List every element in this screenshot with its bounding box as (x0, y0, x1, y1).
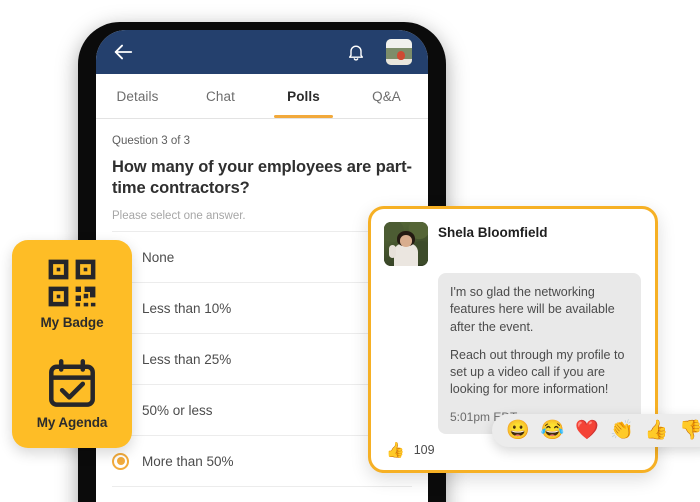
tab-polls[interactable]: Polls (262, 74, 345, 118)
grinning-face-emoji[interactable]: 😀 (506, 421, 530, 440)
qr-code-icon (48, 259, 96, 307)
user-avatar-thumbnail[interactable] (386, 39, 412, 65)
tab-qa[interactable]: Q&A (345, 74, 428, 118)
clapping-hands-emoji[interactable]: 👏 (610, 421, 634, 440)
avatar-face (399, 235, 413, 247)
poll-option-less-than-10[interactable]: Less than 10% (112, 283, 412, 335)
side-item-my-badge-label: My Badge (40, 315, 104, 330)
app-bar (96, 30, 428, 74)
side-item-my-badge[interactable]: My Badge (12, 254, 132, 332)
floating-side-panel: My Badge My Agenda (12, 240, 132, 448)
emoji-reaction-picker: 😀 😂 ❤️ 👏 👍 👎 (492, 414, 700, 447)
chat-card-header: Shela Bloomfield (384, 222, 641, 266)
tab-qa-label: Q&A (372, 88, 401, 104)
red-heart-emoji[interactable]: ❤️ (575, 421, 599, 440)
avatar-subject (396, 50, 405, 60)
chat-message-bubble: I'm so glad the networking features here… (438, 273, 641, 434)
thumbs-up-emoji[interactable]: 👍 (645, 421, 669, 440)
tab-chat[interactable]: Chat (179, 74, 262, 118)
poll-option-label: 50% or less (142, 402, 213, 418)
question-counter: Question 3 of 3 (112, 135, 190, 147)
poll-instruction: Please select one answer. (112, 210, 246, 223)
chat-author-avatar[interactable] (384, 222, 428, 266)
tears-of-joy-emoji[interactable]: 😂 (541, 421, 565, 440)
thumbs-down-emoji[interactable]: 👎 (679, 421, 700, 440)
chat-message-paragraph-1: I'm so glad the networking features here… (450, 285, 615, 334)
poll-option-50-or-less[interactable]: 50% or less (112, 385, 412, 437)
radio-button-selected-icon[interactable] (112, 452, 129, 470)
calendar-check-icon (49, 359, 95, 407)
tab-details[interactable]: Details (96, 74, 179, 118)
chat-author-name: Shela Bloomfield (438, 225, 548, 240)
poll-option-label: Less than 25% (142, 351, 232, 367)
tab-polls-label: Polls (287, 88, 320, 104)
tab-chat-label: Chat (206, 88, 235, 104)
tab-bar: Details Chat Polls Q&A (96, 74, 428, 119)
poll-option-none[interactable]: None (112, 232, 412, 284)
poll-question-title: How many of your employees are part-time… (112, 158, 412, 198)
back-arrow-icon[interactable] (112, 41, 134, 63)
side-item-my-agenda-label: My Agenda (36, 415, 108, 430)
thumbs-up-icon: 👍 (386, 441, 405, 459)
bell-icon[interactable] (346, 41, 366, 63)
side-item-my-agenda[interactable]: My Agenda (12, 354, 132, 432)
poll-option-less-than-25[interactable]: Less than 25% (112, 334, 412, 386)
avatar-sky (386, 39, 412, 48)
poll-options-list: None Less than 10% Less than 25% 50% or … (112, 231, 412, 488)
chat-message-paragraph-2: Reach out through my profile to set up a… (450, 347, 625, 397)
poll-option-label: Less than 10% (142, 300, 232, 316)
reaction-count: 109 (413, 443, 435, 457)
poll-option-label: None (142, 249, 175, 265)
avatar-arm (389, 244, 397, 259)
avatar-ground (386, 59, 412, 65)
poll-option-label: More than 50% (142, 453, 234, 469)
poll-option-more-than-50[interactable]: More than 50% (112, 436, 412, 488)
screenshot-root: Details Chat Polls Q&A Question 3 of 3 H… (0, 0, 700, 502)
tab-details-label: Details (116, 88, 159, 104)
